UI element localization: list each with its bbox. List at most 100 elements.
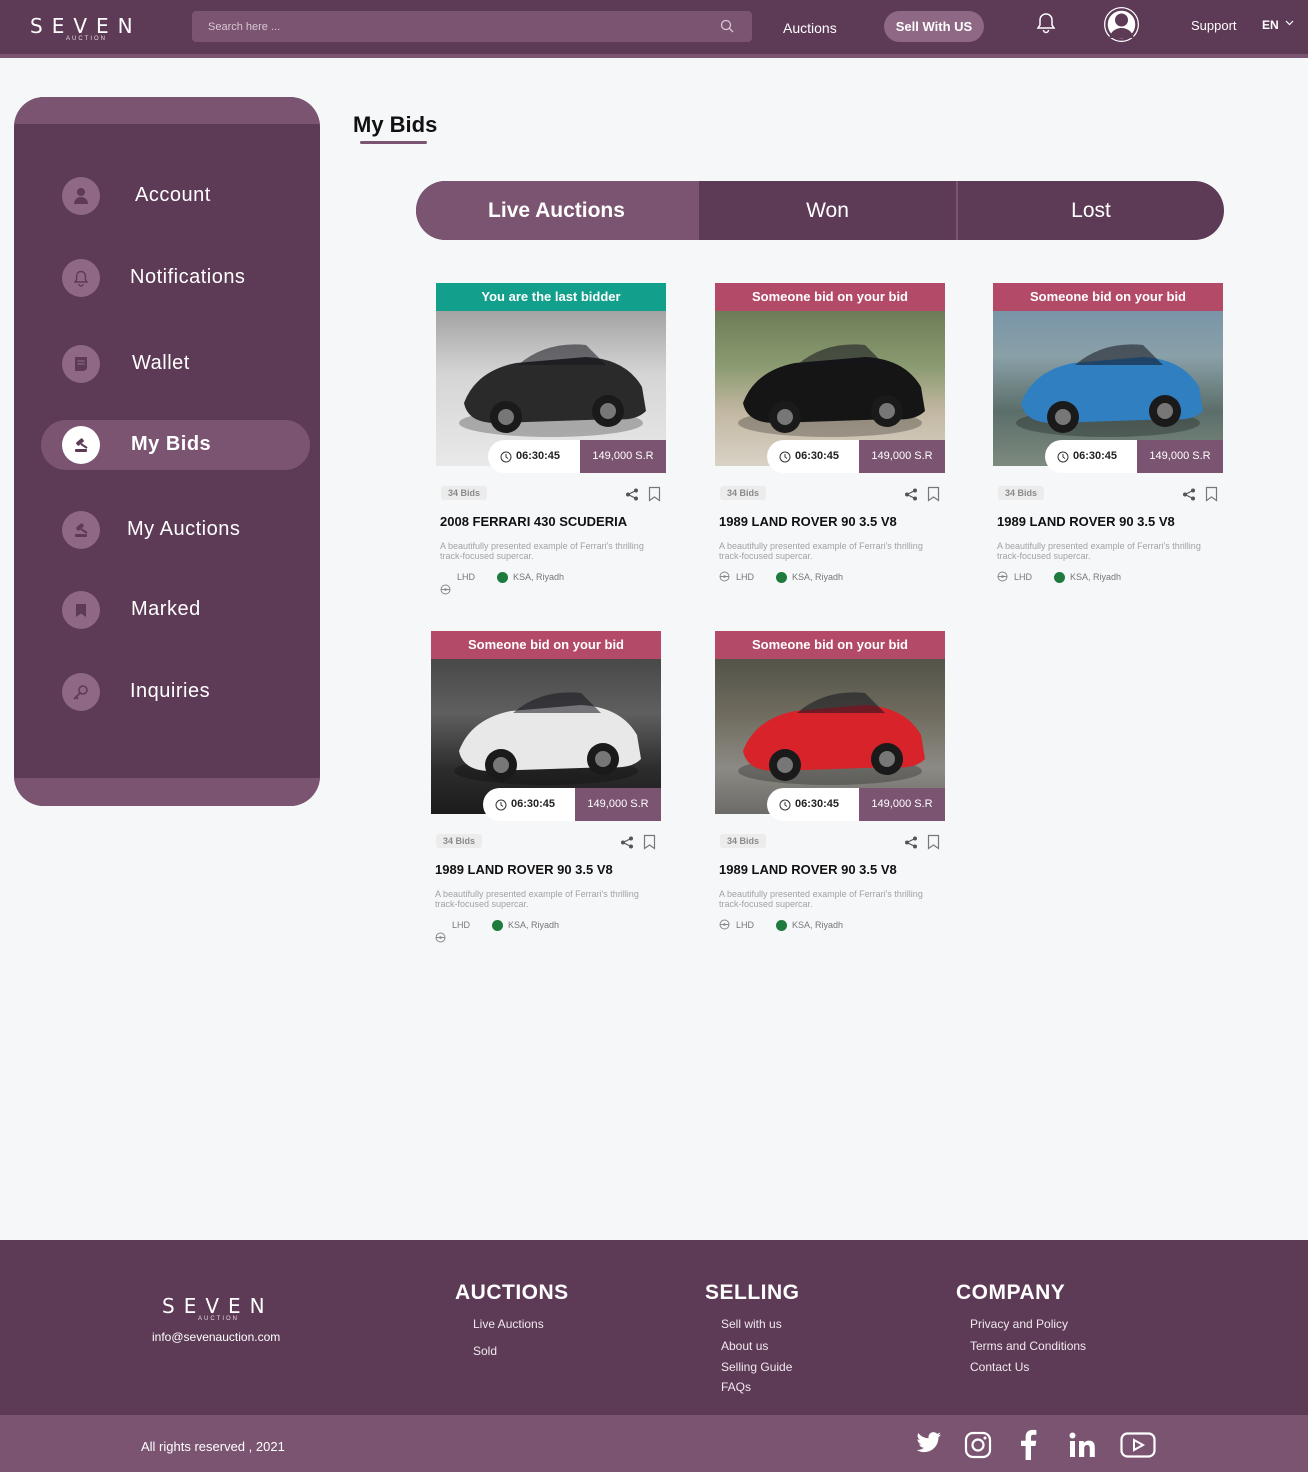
tab-won[interactable]: Won [699,181,956,240]
title-underline [360,141,427,144]
steering-wheel-icon [440,584,451,595]
language-selector[interactable]: EN [1262,18,1279,32]
share-icon[interactable] [1182,488,1196,501]
sidebar-item-label: My Bids [131,433,212,455]
sidebar-item-notifications[interactable]: Notifications [41,253,310,303]
twitter-icon[interactable] [916,1431,942,1455]
footer-link-live-auctions[interactable]: Live Auctions [473,1317,544,1331]
location-label: KSA, Riyadh [508,920,560,930]
user-avatar[interactable] [1104,7,1139,42]
footer-heading-auctions: AUCTIONS [455,1281,569,1304]
drive-side: LHD [997,571,1033,582]
logo-text: SEVEN [30,14,142,38]
facebook-icon[interactable] [1018,1428,1038,1460]
sidebar-top-bar [14,97,320,124]
gavel-icon [62,426,100,464]
nav-auctions-link[interactable]: Auctions [783,20,837,36]
footer-link-about-us[interactable]: About us [721,1339,768,1353]
timer-value: 06:30:45 [1073,450,1118,462]
location-label: KSA, Riyadh [792,920,844,930]
sidebar-item-marked[interactable]: Marked [41,585,310,635]
footer-link-terms[interactable]: Terms and Conditions [970,1339,1086,1353]
clock-icon [779,451,791,463]
footer-link-privacy[interactable]: Privacy and Policy [970,1317,1068,1331]
header-logo[interactable]: SEVEN AUCTION [30,14,142,42]
sell-with-us-button[interactable]: Sell With US [884,11,984,42]
logo-subtext: AUCTION [66,36,107,42]
bookmark-icon[interactable] [1205,486,1218,502]
car-location: KSA, Riyadh [1054,572,1121,583]
car-description: A beautifully presented example of Ferra… [435,889,639,909]
countdown-timer: 06:30:45 [767,788,861,821]
car-title[interactable]: 1989 LAND ROVER 90 3.5 V8 [719,862,897,877]
tab-live-auctions[interactable]: Live Auctions [416,181,697,240]
drive-side: LHD [719,571,754,582]
countdown-timer: 06:30:45 [1045,440,1139,473]
footer-bottom-bar: All rights reserved , 2021 [0,1415,1308,1472]
bookmark-icon[interactable] [648,486,661,502]
auction-card[interactable]: Someone bid on your bid 06:30:45 149,000… [993,283,1223,613]
car-description: A beautifully presented example of Ferra… [719,541,923,561]
bids-count-badge: 34 Bids [720,834,767,848]
page-title: My Bids [353,112,438,137]
sidebar-bottom-bar [14,778,320,806]
drive-side-label: LHD [1014,572,1033,582]
bookmark-icon[interactable] [927,486,940,502]
flag-icon [1054,572,1065,583]
footer-link-sell-with-us[interactable]: Sell with us [721,1317,782,1331]
car-title[interactable]: 1989 LAND ROVER 90 3.5 V8 [997,514,1175,529]
footer-link-faqs[interactable]: FAQs [721,1380,751,1394]
bookmark-icon[interactable] [927,834,940,850]
youtube-icon[interactable] [1120,1432,1156,1458]
current-price: 149,000 S.R [859,440,945,473]
share-icon[interactable] [904,488,918,501]
account-sidebar: Account Notifications Wallet My Bids My … [14,97,320,806]
bid-status-banner: Someone bid on your bid [715,283,945,311]
bell-icon[interactable] [1035,12,1057,34]
bookmark-icon[interactable] [643,834,656,850]
car-location: KSA, Riyadh [492,920,560,931]
instagram-icon[interactable] [964,1431,992,1459]
bid-status-banner: Someone bid on your bid [993,283,1223,311]
steering-wheel-icon [719,571,730,582]
wallet-icon [62,345,100,383]
share-icon[interactable] [620,836,634,849]
footer-link-contact[interactable]: Contact Us [970,1360,1029,1374]
search-icon[interactable] [720,19,734,33]
footer-email[interactable]: info@sevenauction.com [152,1330,280,1344]
chevron-down-icon[interactable] [1285,20,1294,26]
car-location: KSA, Riyadh [776,572,843,583]
sidebar-item-label: Wallet [132,352,190,374]
flag-icon [492,920,503,931]
share-icon[interactable] [625,488,639,501]
car-title[interactable]: 1989 LAND ROVER 90 3.5 V8 [719,514,897,529]
steering-wheel-icon [435,932,446,943]
auction-card[interactable]: Someone bid on your bid 06:30:45 149,000… [431,631,661,961]
footer-link-selling-guide[interactable]: Selling Guide [721,1360,792,1374]
copyright-text: All rights reserved , 2021 [141,1439,285,1454]
auction-card[interactable]: Someone bid on your bid 06:30:45 149,000… [715,283,945,613]
sidebar-item-my-bids[interactable]: My Bids [41,420,310,470]
flag-icon [776,920,787,931]
search-input[interactable] [192,11,752,42]
flag-icon [497,572,508,583]
linkedin-icon[interactable] [1068,1431,1096,1459]
sidebar-item-wallet[interactable]: Wallet [41,339,310,389]
auction-card[interactable]: Someone bid on your bid 06:30:45 149,000… [715,631,945,961]
sidebar-item-label: Notifications [130,266,246,288]
footer-link-sold[interactable]: Sold [473,1344,497,1358]
auction-card[interactable]: You are the last bidder 06:30:45 149,000… [436,283,666,613]
logo-subtext: AUCTION [198,1316,239,1322]
car-title[interactable]: 2008 FERRARI 430 SCUDERIA [440,514,627,529]
support-link[interactable]: Support [1191,18,1237,33]
footer-logo[interactable]: SEVEN AUCTION [162,1294,274,1322]
car-title[interactable]: 1989 LAND ROVER 90 3.5 V8 [435,862,613,877]
sidebar-item-my-auctions[interactable]: My Auctions [41,505,310,555]
user-icon [62,177,100,215]
share-icon[interactable] [904,836,918,849]
tab-lost[interactable]: Lost [958,181,1224,240]
sidebar-item-inquiries[interactable]: Inquiries [41,667,310,717]
current-price: 149,000 S.R [859,788,945,821]
footer-heading-company: COMPANY [956,1281,1066,1304]
sidebar-item-account[interactable]: Account [41,171,310,221]
